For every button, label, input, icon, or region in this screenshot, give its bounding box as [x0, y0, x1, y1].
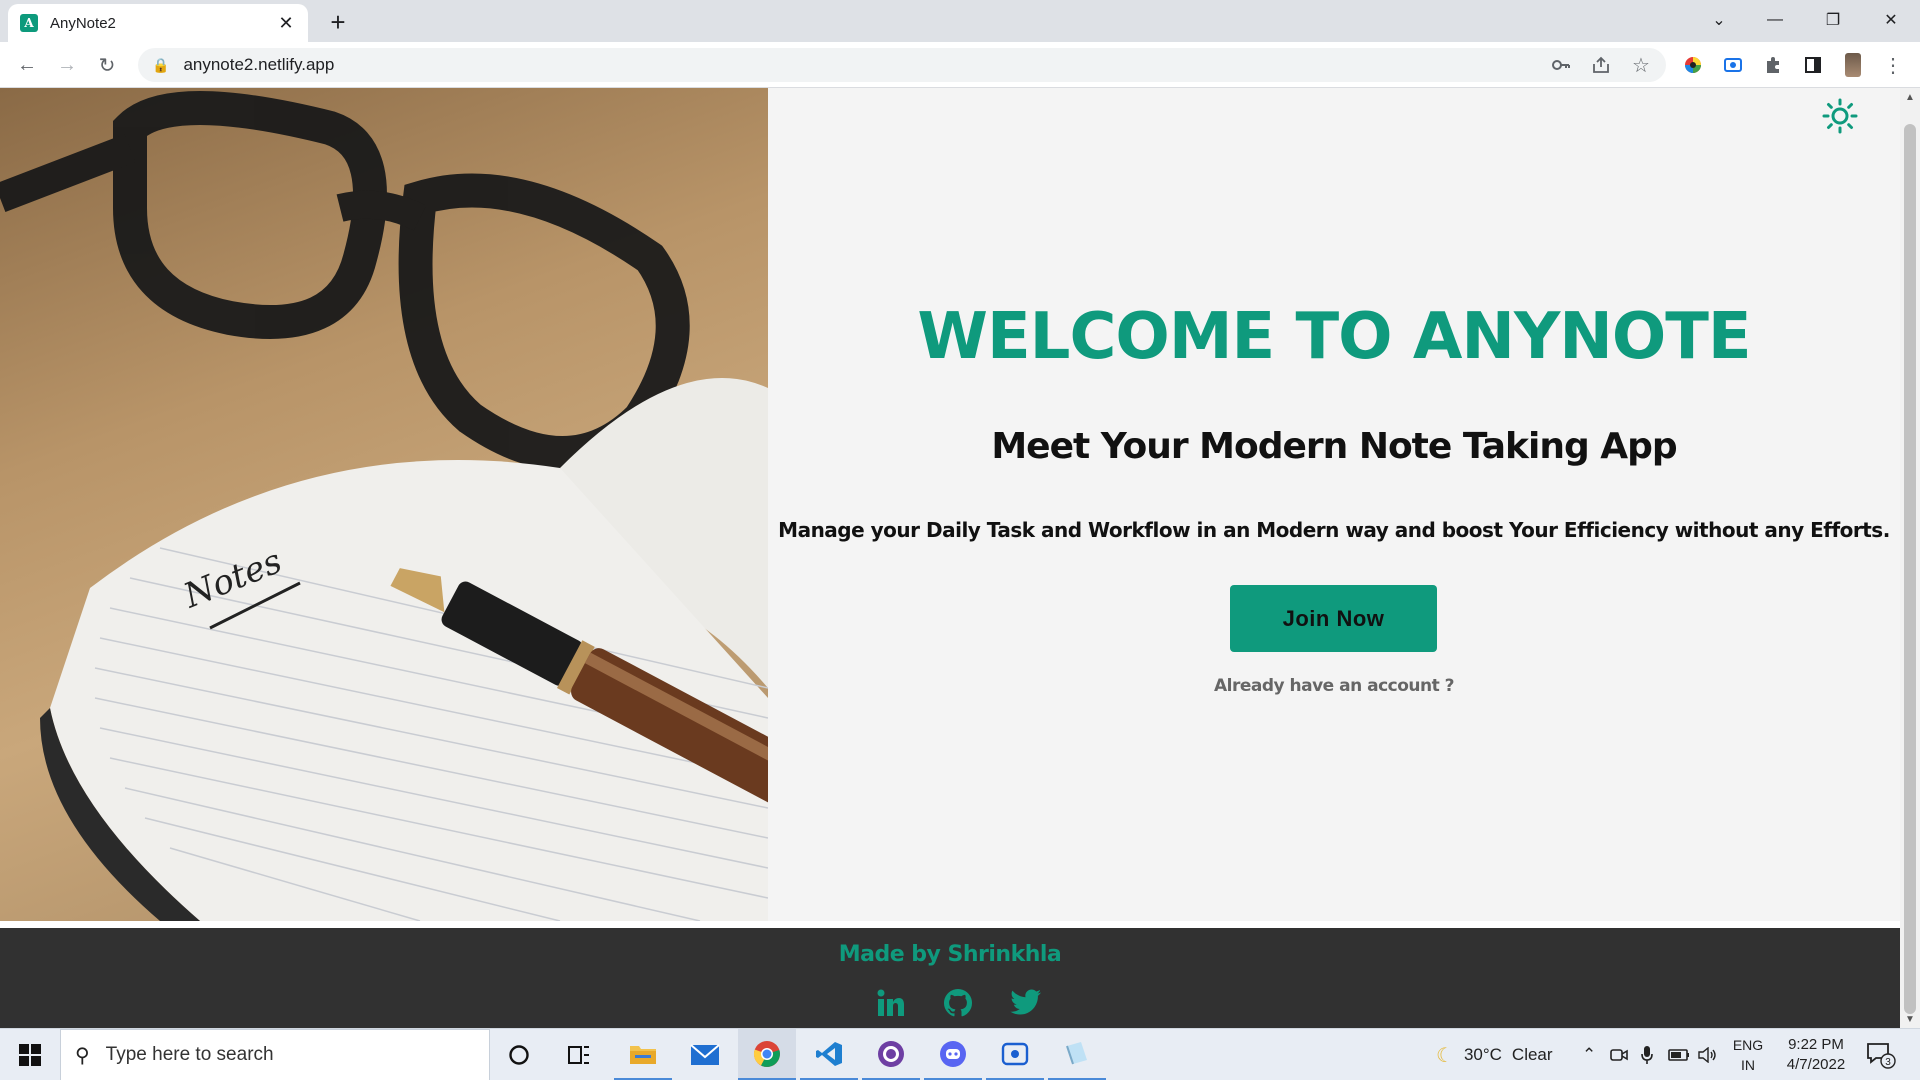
taskbar-clock[interactable]: 9:22 PM 4/7/2022	[1774, 1035, 1858, 1075]
scroll-thumb[interactable]	[1904, 124, 1916, 1014]
browser-tab[interactable]: A AnyNote2 ✕	[8, 4, 308, 42]
meet-camera-icon[interactable]	[1610, 1029, 1628, 1080]
windows-taskbar: ⚲ Type here to search ☾ 30°C Clear ⌃ ENG…	[0, 1028, 1920, 1080]
tab-strip: A AnyNote2 ✕ + ⌄ — ❐ ✕	[0, 0, 1920, 42]
notification-count: 3	[1885, 1057, 1891, 1068]
anynote-favicon-icon: A	[20, 14, 38, 32]
forward-arrow-icon[interactable]: →	[52, 50, 82, 80]
minimize-button[interactable]: —	[1746, 0, 1804, 40]
notification-center-icon[interactable]: 3	[1866, 1029, 1896, 1080]
profile-avatar[interactable]	[1838, 50, 1868, 80]
github-icon[interactable]	[940, 986, 976, 1020]
footer-credit: Made by Shrinkhla	[838, 942, 1062, 967]
file-explorer-icon[interactable]	[614, 1029, 672, 1080]
restore-button[interactable]: ❐	[1804, 0, 1862, 40]
tab-title: AnyNote2	[50, 14, 116, 32]
weather-widget[interactable]: ☾ 30°C Clear	[1436, 1029, 1553, 1080]
already-have-account-link[interactable]: Already have an account ?	[768, 676, 1900, 696]
notebook-glasses-photo: Notes	[0, 88, 768, 921]
browser-toolbar: ← → ↻ 🔒 anynote2.netlify.app ☆ ⋮	[0, 42, 1920, 88]
hero-title: WELCOME TO ANYNOTE	[917, 300, 1751, 374]
moon-icon: ☾	[1436, 1044, 1454, 1067]
twitter-icon[interactable]	[1008, 986, 1044, 1020]
bookmark-star-icon[interactable]: ☆	[1626, 50, 1656, 80]
scroll-up-icon[interactable]: ▲	[1900, 88, 1920, 106]
show-hidden-icons-chevron-icon[interactable]: ⌃	[1582, 1029, 1596, 1080]
task-view-icon[interactable]	[550, 1029, 608, 1080]
chrome-menu-icon[interactable]: ⋮	[1878, 50, 1908, 80]
cortana-icon[interactable]	[490, 1029, 548, 1080]
page-viewport: Notes WELCOME TO ANYNOTE Meet Your Moder…	[0, 88, 1920, 1028]
search-placeholder: Type here to search	[105, 1044, 274, 1065]
taskbar-search-box[interactable]: ⚲ Type here to search	[60, 1029, 490, 1080]
extensions-puzzle-icon[interactable]	[1758, 50, 1788, 80]
search-icon: ⚲	[75, 1044, 90, 1067]
microphone-icon[interactable]	[1640, 1029, 1654, 1080]
page-scrollbar[interactable]: ▲ ▼	[1900, 88, 1920, 1028]
scroll-down-icon[interactable]: ▼	[1900, 1010, 1920, 1028]
discord-icon[interactable]	[924, 1029, 982, 1080]
chrome-taskbar-icon[interactable]	[738, 1029, 796, 1080]
tab-search-chevron-icon[interactable]: ⌄	[1690, 0, 1748, 40]
windows-start-icon[interactable]	[0, 1029, 60, 1080]
mail-icon[interactable]	[676, 1029, 734, 1080]
back-arrow-icon[interactable]: ←	[12, 50, 42, 80]
screen-capture-extension-icon[interactable]	[1718, 50, 1748, 80]
key-icon[interactable]	[1546, 50, 1576, 80]
new-tab-button[interactable]: +	[322, 6, 354, 38]
page-footer: Made by Shrinkhla	[0, 928, 1900, 1028]
welcome-panel: WELCOME TO ANYNOTE Meet Your Modern Note…	[768, 88, 1900, 921]
color-extension-icon[interactable]	[1678, 50, 1708, 80]
tab-close-icon[interactable]: ✕	[276, 13, 296, 34]
join-now-button[interactable]: Join Now	[1230, 585, 1437, 652]
notepad-icon[interactable]	[1048, 1029, 1106, 1080]
screen-recorder-icon[interactable]	[986, 1029, 1044, 1080]
battery-icon[interactable]	[1668, 1029, 1690, 1080]
side-panel-icon[interactable]	[1798, 50, 1828, 80]
clock-time: 9:22 PM	[1788, 1036, 1844, 1053]
lang-line-2: IN	[1741, 1057, 1755, 1073]
input-language-indicator[interactable]: ENG IN	[1728, 1035, 1768, 1075]
clock-date: 4/7/2022	[1786, 1056, 1846, 1073]
lang-line-1: ENG	[1732, 1037, 1764, 1053]
hero-subtitle: Meet Your Modern Note Taking App	[991, 426, 1677, 467]
address-bar[interactable]: 🔒 anynote2.netlify.app	[138, 48, 1666, 82]
hero-description: Manage your Daily Task and Workflow in a…	[778, 518, 1890, 542]
theme-toggle-sun-icon[interactable]	[1820, 96, 1860, 136]
github-desktop-icon[interactable]	[862, 1029, 920, 1080]
weather-temp: 30°C	[1463, 1045, 1502, 1064]
reload-icon[interactable]: ↻	[92, 50, 122, 80]
weather-desc: Clear	[1511, 1045, 1553, 1064]
share-icon[interactable]	[1586, 50, 1616, 80]
volume-icon[interactable]	[1698, 1029, 1718, 1080]
lock-icon[interactable]: 🔒	[152, 57, 169, 74]
close-window-button[interactable]: ✕	[1862, 0, 1920, 40]
vscode-icon[interactable]	[800, 1029, 858, 1080]
url-text: anynote2.netlify.app	[183, 55, 335, 74]
linkedin-icon[interactable]	[872, 986, 908, 1020]
